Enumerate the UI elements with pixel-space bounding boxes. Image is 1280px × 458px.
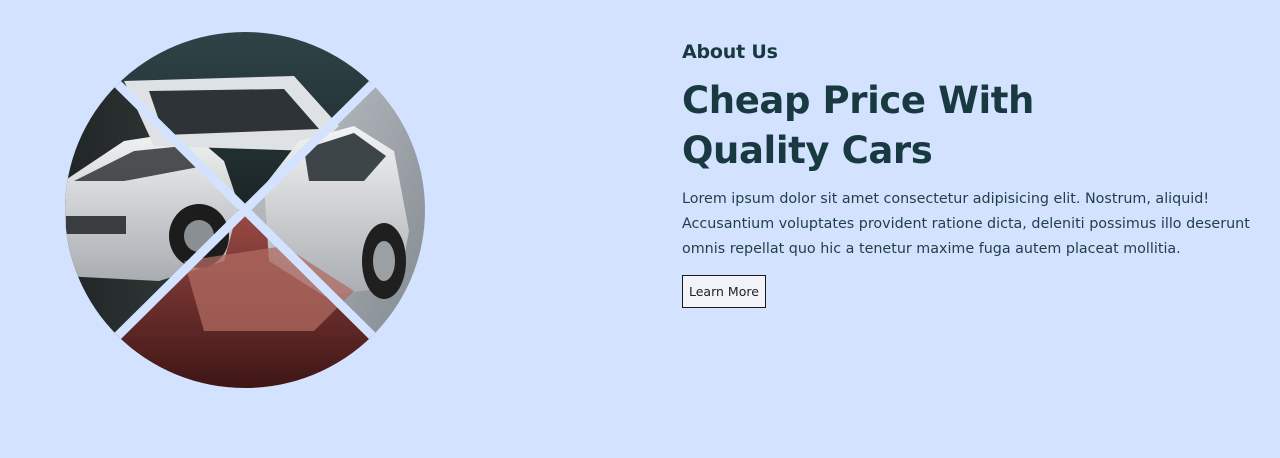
headline-line-2: Quality Cars — [682, 129, 933, 172]
section-eyebrow: About Us — [682, 41, 778, 63]
learn-more-button[interactable]: Learn More — [682, 275, 766, 308]
collage-quadrants — [65, 32, 425, 388]
about-section: About Us Cheap Price With Quality Cars L… — [0, 0, 1280, 458]
page-title: Cheap Price With Quality Cars — [682, 76, 1262, 176]
about-description: Lorem ipsum dolor sit amet consectetur a… — [682, 191, 1250, 257]
headline-line-1: Cheap Price With — [682, 79, 1035, 122]
about-content: About Us Cheap Price With Quality Cars L… — [682, 40, 1262, 308]
car-collage-image — [64, 31, 426, 389]
